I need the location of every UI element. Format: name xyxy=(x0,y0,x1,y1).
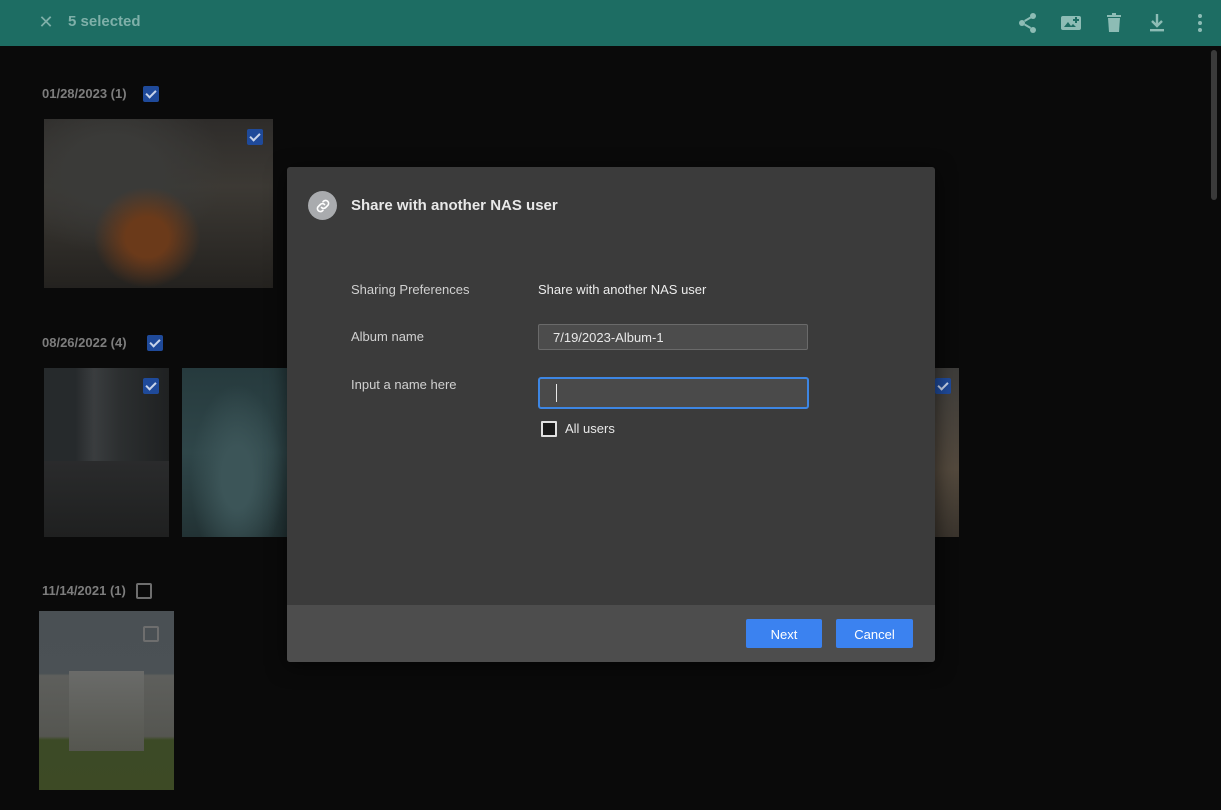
album-name-label: Album name xyxy=(351,329,424,344)
group-select-checkbox[interactable] xyxy=(136,583,152,599)
selected-count: 5 selected xyxy=(68,13,141,30)
sharing-preferences-value: Share with another NAS user xyxy=(538,282,707,297)
photo-select-checkbox[interactable] xyxy=(935,378,951,394)
photo-thumbnail[interactable] xyxy=(39,611,174,790)
photo-select-checkbox[interactable] xyxy=(247,129,263,145)
cancel-button[interactable]: Cancel xyxy=(836,619,913,648)
group-date-label: 11/14/2021 (1) xyxy=(42,583,126,598)
dialog-title: Share with another NAS user xyxy=(351,197,558,214)
photo-thumbnail[interactable] xyxy=(44,368,169,537)
group-select-checkbox[interactable] xyxy=(143,86,159,102)
sharing-preferences-label: Sharing Preferences xyxy=(351,282,470,297)
download-icon[interactable] xyxy=(1145,11,1169,35)
photo-thumbnail[interactable] xyxy=(182,368,292,537)
group-select-checkbox[interactable] xyxy=(147,335,163,351)
next-button[interactable]: Next xyxy=(746,619,822,648)
group-date-label: 08/26/2022 (4) xyxy=(42,335,127,350)
more-icon[interactable] xyxy=(1188,11,1212,35)
photo-select-checkbox[interactable] xyxy=(143,626,159,642)
text-caret xyxy=(556,384,557,402)
photo-thumbnail[interactable] xyxy=(44,119,273,288)
album-name-input[interactable] xyxy=(538,324,808,350)
share-icon[interactable] xyxy=(1016,11,1040,35)
share-dialog: Share with another NAS user Sharing Pref… xyxy=(287,167,935,662)
link-icon xyxy=(308,191,337,220)
add-to-album-icon[interactable] xyxy=(1059,11,1083,35)
all-users-checkbox[interactable] xyxy=(541,421,557,437)
selection-toolbar: ✕ 5 selected xyxy=(0,0,1221,46)
delete-icon[interactable] xyxy=(1102,11,1126,35)
input-name-label: Input a name here xyxy=(351,377,457,392)
scrollbar[interactable] xyxy=(1211,50,1217,200)
photo-select-checkbox[interactable] xyxy=(143,378,159,394)
all-users-label[interactable]: All users xyxy=(565,421,615,436)
group-date-label: 01/28/2023 (1) xyxy=(42,86,127,101)
user-name-input[interactable] xyxy=(538,377,809,409)
dialog-footer: Next Cancel xyxy=(287,605,935,662)
close-selection-icon[interactable]: ✕ xyxy=(37,12,55,32)
